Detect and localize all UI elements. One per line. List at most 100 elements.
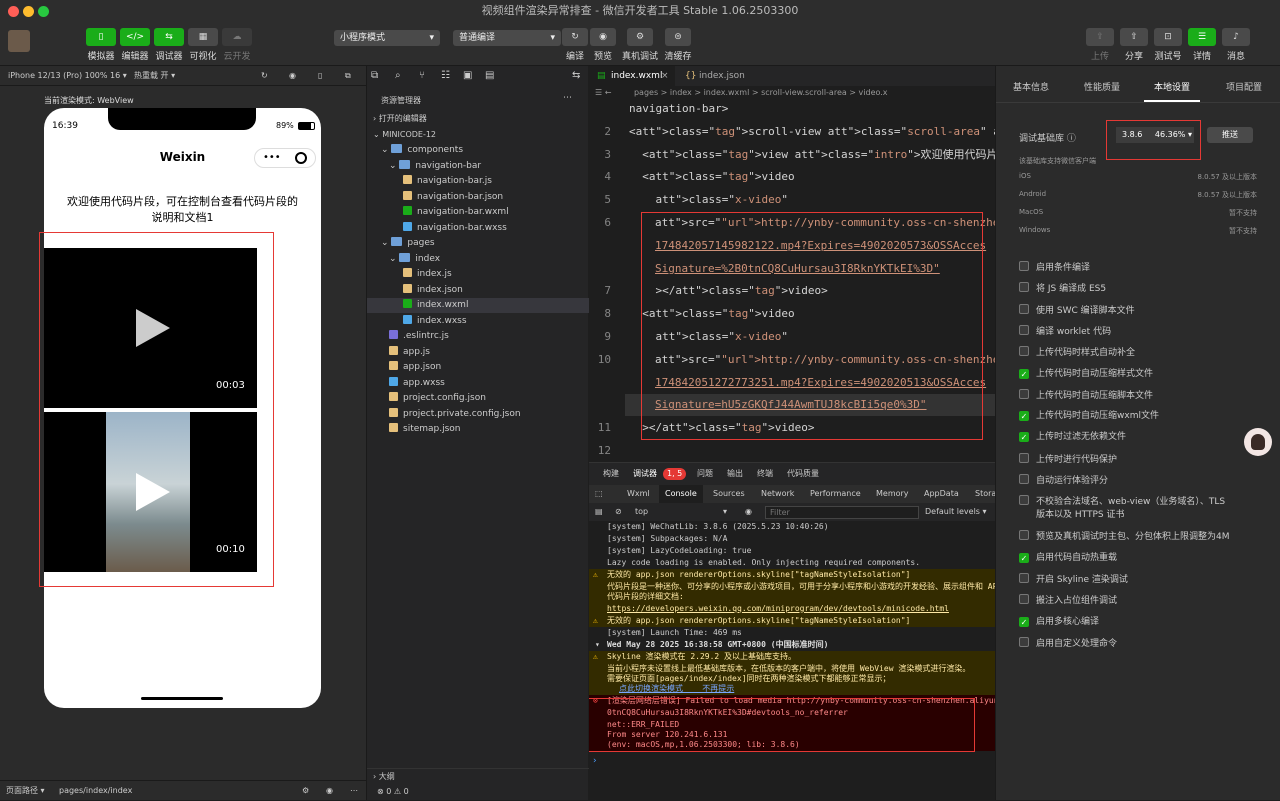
file-tree-item[interactable]: app.wxss [367, 376, 589, 391]
mode-select[interactable]: 小程序模式 ▾ [334, 30, 440, 46]
tab-project-config[interactable]: 项目配置 [1226, 80, 1262, 93]
eye-icon[interactable]: ◉ [326, 781, 333, 801]
file-tree-item[interactable]: sitemap.json [367, 422, 589, 437]
test-account-button[interactable]: ⊡ [1154, 28, 1182, 46]
checkbox[interactable] [1019, 303, 1029, 314]
context-select[interactable]: top ▾ [635, 503, 731, 521]
preview-button[interactable]: ◉ [590, 28, 616, 46]
tab-appdata[interactable]: AppData [924, 485, 959, 503]
file-tree-item[interactable]: navigation-bar.js [367, 174, 589, 189]
refresh-icon[interactable]: ↻ [261, 66, 268, 86]
tab-build[interactable]: 构建 [603, 463, 619, 485]
checkbox[interactable]: ✓ [1019, 411, 1029, 422]
checkbox[interactable] [1019, 636, 1029, 647]
breadcrumb-path[interactable]: pages > index > index.wxml > scroll-view… [634, 88, 888, 97]
checkbox[interactable] [1019, 452, 1029, 463]
checkbox[interactable] [1019, 346, 1029, 357]
git-icon[interactable]: ⑂ [419, 66, 425, 86]
editor-toggle-button[interactable]: </> [120, 28, 150, 46]
nav-back-icon[interactable]: ☰ ← [595, 88, 611, 97]
setting-option[interactable]: ✓ 上传代码时自动压缩wxml文件 [1019, 410, 1159, 424]
cloud-button[interactable]: ☁ [222, 28, 252, 46]
debugger-toggle-button[interactable]: ⇆ [154, 28, 184, 46]
close-icon[interactable]: × [661, 66, 669, 86]
tab-wxml[interactable]: Wxml [627, 485, 650, 503]
phone-icon[interactable]: ▯ [318, 66, 322, 86]
file-tree-item[interactable]: ⌄ components [367, 143, 589, 158]
compile-button[interactable]: ↻ [562, 28, 588, 46]
setting-option[interactable]: ✓ 启用代码自动热重载 [1019, 552, 1117, 566]
setting-option[interactable]: 不校验合法域名、web-view（业务域名）、TLS [1019, 495, 1225, 509]
layout-icon[interactable]: ▤ [485, 66, 494, 86]
eye-icon[interactable]: ◉ [745, 503, 752, 521]
tab-performance-quality[interactable]: 性能质量 [1084, 80, 1120, 93]
compile-select[interactable]: 普通编译 ▾ [453, 30, 561, 46]
close-capsule-icon[interactable] [295, 152, 307, 164]
setting-option[interactable]: 上传时进行代码保护 [1019, 452, 1117, 467]
code-line[interactable]: <att">class="tag">scroll-view att">class… [629, 125, 995, 139]
checkbox[interactable] [1019, 572, 1029, 583]
checkbox[interactable] [1019, 282, 1029, 293]
setting-option[interactable]: ✓ 启用多核心编译 [1019, 616, 1099, 630]
extensions-icon[interactable]: ▣ [463, 66, 472, 86]
file-tree-item[interactable]: ⌄ navigation-bar [367, 159, 589, 174]
setting-option[interactable]: 预览及真机调试时主包、分包体积上限调整为4M [1019, 530, 1230, 544]
file-tree-item[interactable]: project.private.config.json [367, 407, 589, 422]
search-icon[interactable]: ⌕ [395, 66, 401, 86]
settings-icon[interactable]: ⚙ [302, 781, 309, 801]
capsule-menu[interactable]: ••• [254, 148, 316, 168]
more-icon[interactable]: ⋯ [563, 91, 572, 106]
upload-button[interactable]: ⇪ [1086, 28, 1114, 46]
minimize-window-button[interactable] [23, 6, 34, 17]
debug-icon[interactable]: ☷ [441, 66, 450, 86]
file-tree-item[interactable]: project.config.json [367, 391, 589, 406]
tab-index-wxml[interactable]: ▤ index.wxml × [589, 66, 675, 86]
close-window-button[interactable] [8, 6, 19, 17]
device-select[interactable]: iPhone 12/13 (Pro) 100% 16 ▾ [8, 66, 127, 86]
checkbox[interactable] [1019, 594, 1029, 605]
file-tree-item[interactable]: .eslintrc.js [367, 329, 589, 344]
setting-option[interactable]: ✓ 上传时过滤无依赖文件 [1019, 431, 1126, 445]
hot-reload-select[interactable]: 热重载 开 ▾ [134, 66, 175, 86]
code-line[interactable]: <att">class="tag">video [629, 170, 794, 184]
avatar[interactable] [1244, 428, 1272, 456]
share-button[interactable]: ⇧ [1120, 28, 1148, 46]
bell-icon[interactable]: ♪ [1222, 28, 1250, 46]
zoom-window-button[interactable] [38, 6, 49, 17]
clear-console-icon[interactable]: ⊘ [615, 503, 622, 521]
file-tree-item[interactable]: index.wxss [367, 314, 589, 329]
console-prompt[interactable]: › [593, 756, 597, 766]
checkbox[interactable]: ✓ [1019, 552, 1029, 563]
checkbox[interactable] [1019, 474, 1029, 484]
file-tree-item[interactable]: ⌄ pages [367, 236, 589, 251]
simulator-toggle-button[interactable]: ▯ [86, 28, 116, 46]
checkbox[interactable] [1019, 495, 1029, 506]
file-tree-item[interactable]: app.js [367, 345, 589, 360]
inspect-icon[interactable]: ⬚ [595, 485, 603, 503]
file-tree-item[interactable]: app.json [367, 360, 589, 375]
checkbox[interactable]: ✓ [1019, 368, 1029, 379]
stop-icon[interactable]: ◉ [289, 66, 296, 86]
details-button[interactable]: ☰ [1188, 28, 1216, 46]
chevron-down-icon[interactable]: ▾ [595, 639, 605, 651]
avatar[interactable] [8, 30, 30, 52]
checkbox[interactable] [1019, 530, 1029, 541]
code-line[interactable]: att">class="x-video" [629, 193, 788, 207]
tab-basic-info[interactable]: 基本信息 [1013, 80, 1049, 93]
file-tree-item[interactable]: index.wxml [367, 298, 589, 313]
tab-sources[interactable]: Sources [713, 485, 745, 503]
checkbox[interactable] [1019, 388, 1029, 399]
checkbox[interactable] [1019, 261, 1029, 271]
setting-option[interactable]: 上传代码时样式自动补全 [1019, 346, 1135, 360]
page-path[interactable]: pages/index/index [59, 781, 132, 801]
push-button[interactable]: 推送 [1207, 127, 1253, 143]
file-tree-item[interactable]: navigation-bar.wxss [367, 221, 589, 236]
tab-performance[interactable]: Performance [810, 485, 861, 503]
setting-option[interactable]: 搬注入占位组件调试 [1019, 594, 1117, 608]
tab-debugger[interactable]: 调试器 [633, 463, 657, 485]
file-tree-item[interactable]: index.js [367, 267, 589, 282]
help-icon[interactable]: ⓘ [1067, 134, 1076, 144]
setting-option[interactable]: 开启 Skyline 渲染调试 [1019, 572, 1128, 587]
console-filter-input[interactable] [765, 506, 919, 519]
code-line[interactable]: navigation-bar> [629, 102, 728, 116]
